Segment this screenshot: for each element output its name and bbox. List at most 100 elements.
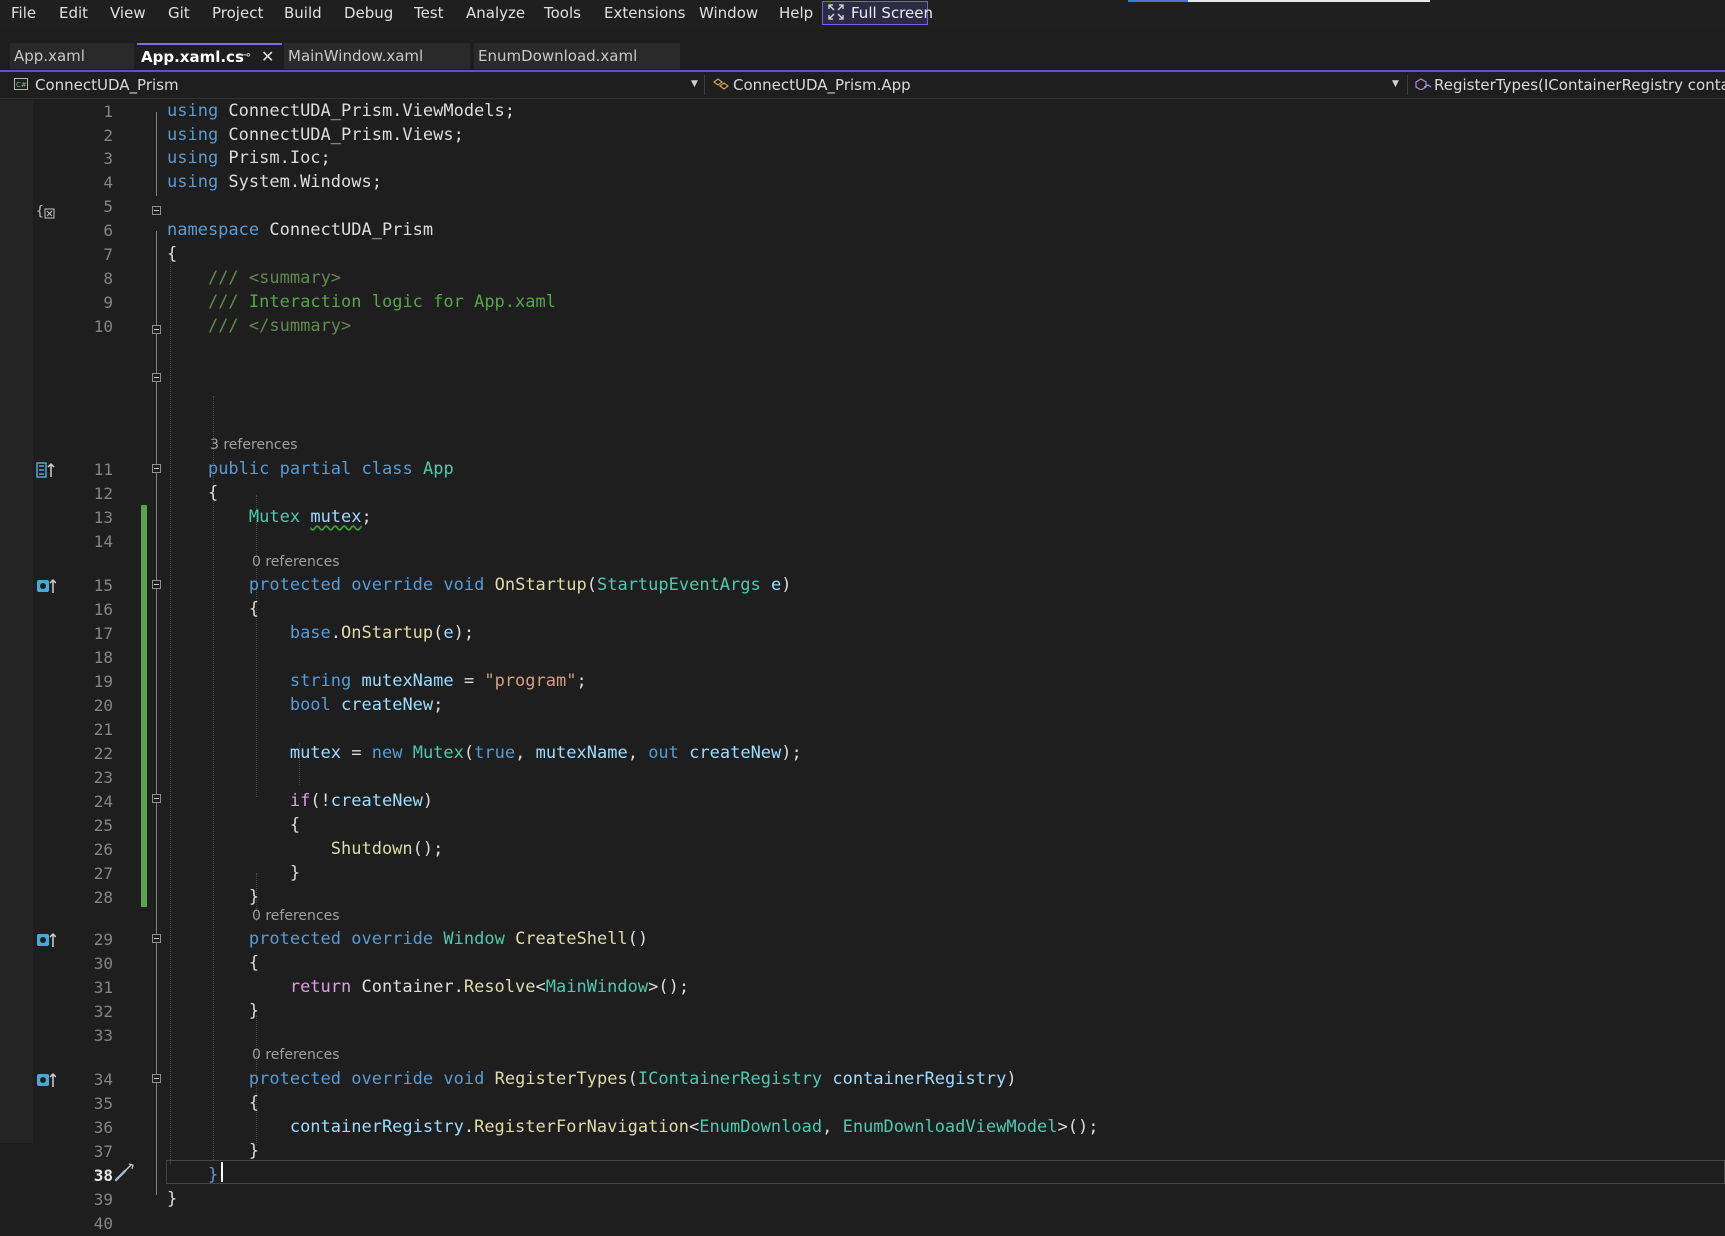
line-number: 14 bbox=[93, 532, 113, 551]
menu-project[interactable]: Project bbox=[212, 4, 263, 22]
tab-enumdownload-xaml[interactable]: EnumDownload.xaml bbox=[474, 43, 680, 69]
tab-label: App.xaml bbox=[14, 47, 85, 65]
codelens-references[interactable]: 0 references bbox=[252, 908, 340, 924]
menu-build[interactable]: Build bbox=[284, 4, 322, 22]
menu-test[interactable]: Test bbox=[414, 4, 444, 22]
code-text: namespace ConnectUDA_Prism bbox=[167, 220, 434, 240]
menu-view[interactable]: View bbox=[110, 4, 146, 22]
tab-app-xaml[interactable]: App.xaml bbox=[10, 43, 134, 69]
code-text: { bbox=[167, 953, 260, 973]
menu-analyze[interactable]: Analyze bbox=[466, 4, 525, 22]
pin-icon[interactable]: ⊸ bbox=[240, 48, 251, 63]
tab-app-xaml-cs[interactable]: App.xaml.cs ⊸ ✕ bbox=[137, 43, 282, 69]
method-icon bbox=[1415, 78, 1432, 90]
chevron-down-icon: ▼ bbox=[691, 79, 698, 89]
code-line: 25 { bbox=[0, 814, 1725, 838]
code-line: 36 containerRegistry.RegisterForNavigati… bbox=[0, 1116, 1725, 1140]
code-text: } bbox=[167, 1189, 178, 1209]
code-line: 18 bbox=[0, 646, 1725, 670]
code-text: using System.Windows; bbox=[167, 172, 382, 192]
line-number: 11 bbox=[93, 460, 113, 479]
line-number: 16 bbox=[93, 600, 113, 619]
title-search-accent bbox=[1128, 0, 1188, 2]
line-number: 3 bbox=[103, 149, 113, 168]
chevron-down-icon: ▼ bbox=[1392, 79, 1399, 89]
line-number: 15 bbox=[93, 576, 113, 595]
class-icon bbox=[713, 78, 729, 90]
navbar-divider bbox=[704, 75, 705, 95]
code-line: 11 public partial class App bbox=[0, 458, 1725, 482]
code-text: { bbox=[167, 483, 219, 503]
menu-extensions[interactable]: Extensions bbox=[604, 4, 685, 22]
code-text: bool createNew; bbox=[289, 695, 444, 715]
line-number: 9 bbox=[103, 293, 113, 312]
navbar-divider bbox=[1407, 75, 1408, 95]
fullscreen-button[interactable]: Full Screen bbox=[822, 1, 933, 25]
line-number: 32 bbox=[93, 1002, 113, 1021]
line-number: 4 bbox=[103, 173, 113, 192]
line-number: 37 bbox=[93, 1142, 113, 1161]
fullscreen-label: Full Screen bbox=[851, 4, 933, 22]
line-number: 29 bbox=[93, 930, 113, 949]
code-line: 15 protected override void OnStartup(Sta… bbox=[0, 574, 1725, 598]
member-dropdown[interactable]: RegisterTypes(IContainerRegistry contain… bbox=[1412, 73, 1725, 97]
line-number: 40 bbox=[93, 1214, 113, 1233]
line-number: 34 bbox=[93, 1070, 113, 1089]
codelens-references[interactable]: 0 references bbox=[252, 1047, 340, 1063]
code-line: 10 /// </summary> bbox=[0, 315, 1725, 339]
collapse-toggle[interactable] bbox=[152, 373, 161, 382]
codelens-references[interactable]: 3 references bbox=[210, 437, 298, 453]
menu-debug[interactable]: Debug bbox=[344, 4, 393, 22]
code-line: 19 string mutexName = "program"; bbox=[0, 670, 1725, 694]
code-text: { bbox=[167, 599, 260, 619]
line-number: 33 bbox=[93, 1026, 113, 1045]
line-number: 26 bbox=[93, 840, 113, 859]
code-text: } bbox=[167, 887, 260, 907]
code-text: mutex = new Mutex(true, mutexName, out c… bbox=[289, 743, 802, 763]
code-text: /// Interaction logic for App.xaml bbox=[207, 292, 556, 312]
line-number: 38 bbox=[93, 1166, 113, 1185]
code-line: 39} bbox=[0, 1188, 1725, 1212]
code-line: 28 } bbox=[0, 886, 1725, 910]
menu-help[interactable]: Help bbox=[779, 4, 813, 22]
code-text: using Prism.Ioc; bbox=[167, 148, 331, 168]
code-text: protected override Window CreateShell() bbox=[248, 929, 649, 949]
menu-git[interactable]: Git bbox=[168, 4, 190, 22]
type-dropdown[interactable]: ConnectUDA_Prism.App ▼ bbox=[710, 73, 1405, 97]
code-line: 24 if(!createNew) bbox=[0, 790, 1725, 814]
code-text: containerRegistry.RegisterForNavigation<… bbox=[289, 1117, 1099, 1137]
menu-tools[interactable]: Tools bbox=[544, 4, 581, 22]
code-text: { bbox=[167, 244, 178, 264]
menu-file[interactable]: File bbox=[11, 4, 36, 22]
code-text: using ConnectUDA_Prism.Views; bbox=[167, 125, 464, 145]
code-line: 21 bbox=[0, 718, 1725, 742]
line-number: 2 bbox=[103, 126, 113, 145]
menu-bar: File Edit View Git Project Build Debug T… bbox=[0, 0, 1725, 28]
code-line: 6 namespace ConnectUDA_Prism bbox=[0, 219, 1725, 243]
code-line: 2 using ConnectUDA_Prism.Views; bbox=[0, 124, 1725, 148]
code-line: 5 bbox=[0, 195, 1725, 219]
code-line: 26 Shutdown(); bbox=[0, 838, 1725, 862]
menu-window[interactable]: Window bbox=[699, 4, 758, 22]
line-number: 27 bbox=[93, 864, 113, 883]
code-line: 30 { bbox=[0, 952, 1725, 976]
line-number: 18 bbox=[93, 648, 113, 667]
codelens-references[interactable]: 0 references bbox=[252, 554, 340, 570]
line-number: 36 bbox=[93, 1118, 113, 1137]
code-line: 34 protected override void RegisterTypes… bbox=[0, 1068, 1725, 1092]
menu-edit[interactable]: Edit bbox=[59, 4, 88, 22]
title-search-box[interactable] bbox=[1188, 0, 1430, 2]
code-line: 3 using Prism.Ioc; bbox=[0, 147, 1725, 171]
close-icon[interactable]: ✕ bbox=[261, 47, 274, 66]
project-dropdown[interactable]: C# ConnectUDA_Prism ▼ bbox=[0, 73, 702, 97]
tab-mainwindow-xaml[interactable]: MainWindow.xaml bbox=[284, 43, 470, 69]
tab-label: EnumDownload.xaml bbox=[478, 47, 638, 65]
code-line: 40 bbox=[0, 1212, 1725, 1236]
code-editor[interactable]: { 3 references 0 references 0 references… bbox=[0, 100, 1725, 1233]
line-number: 5 bbox=[103, 197, 113, 216]
code-line: 27 } bbox=[0, 862, 1725, 886]
code-line: 12 { bbox=[0, 482, 1725, 506]
code-line: 1 using ConnectUDA_Prism.ViewModels; bbox=[0, 100, 1725, 124]
code-line: 4 using System.Windows; bbox=[0, 171, 1725, 195]
code-text: { bbox=[167, 1093, 260, 1113]
